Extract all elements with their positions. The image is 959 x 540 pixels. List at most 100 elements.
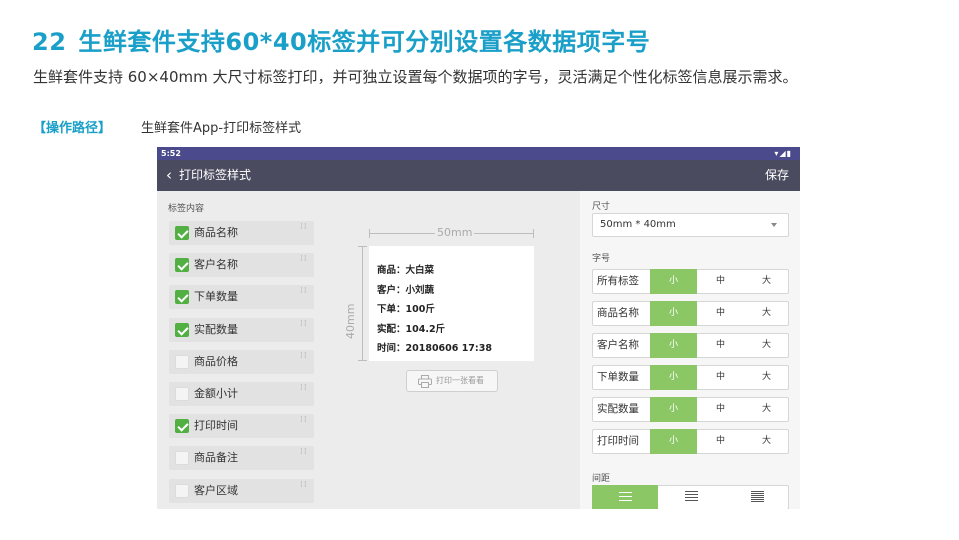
page-title: 打印标签样式 <box>179 168 252 182</box>
font-row-label: 打印时间 <box>597 435 639 447</box>
line-spacing-icon <box>619 491 632 503</box>
drag-handle-icon[interactable]: ⁞⁞ <box>300 448 308 457</box>
checkbox[interactable] <box>175 483 189 498</box>
font-size-row: 客户名称小中大 <box>592 333 789 358</box>
font-size-option[interactable]: 小 <box>650 365 697 390</box>
size-select[interactable]: 50mm * 40mm <box>592 213 789 237</box>
font-size-row: 所有标签小中大 <box>592 269 789 294</box>
font-size-option[interactable]: 中 <box>697 301 744 326</box>
field-item[interactable]: 客户区域 ⁞⁞ <box>169 478 314 503</box>
field-label: 实配数量 <box>194 322 238 336</box>
font-size-option[interactable]: 大 <box>743 397 790 422</box>
checkbox[interactable] <box>175 290 189 305</box>
drag-handle-icon[interactable]: ⁞⁞ <box>300 287 308 296</box>
font-size-row: 实配数量小中大 <box>592 397 789 422</box>
field-label: 客户名称 <box>194 258 238 272</box>
preview-line: 实配：104.2斤 <box>377 323 446 335</box>
field-label: 客户区域 <box>194 483 238 497</box>
font-size-option[interactable]: 小 <box>650 333 697 358</box>
checkbox[interactable] <box>175 258 189 273</box>
drag-handle-icon[interactable]: ⁞⁞ <box>300 319 308 328</box>
field-label: 金额小计 <box>194 386 238 400</box>
size-select-value: 50mm * 40mm <box>600 219 676 230</box>
field-item[interactable]: 实配数量 ⁞⁞ <box>169 317 314 342</box>
field-label: 商品备注 <box>194 451 238 465</box>
field-item[interactable]: 金额小计 ⁞⁞ <box>169 381 314 406</box>
spacing-selector <box>592 485 789 509</box>
font-size-option[interactable]: 大 <box>743 269 790 294</box>
font-size-option[interactable]: 中 <box>697 397 744 422</box>
checkbox[interactable] <box>175 419 189 434</box>
checkbox[interactable] <box>175 226 189 240</box>
settings-panel: 尺寸 50mm * 40mm 字号 所有标签小中大商品名称小中大客户名称小中大下… <box>580 191 800 509</box>
preview-line: 商品：大白菜 <box>377 265 435 276</box>
device-screenshot: 5:52 ▾◢▮ ‹ 打印标签样式 保存 标签内容 商品名称 ⁞⁞ 客户名称 ⁞⁞ 下单… <box>157 147 800 509</box>
field-item[interactable]: 商品名称 ⁞⁞ <box>169 221 314 245</box>
drag-handle-icon[interactable]: ⁞⁞ <box>300 351 308 360</box>
print-test-button[interactable]: 打印一张看看 <box>406 370 498 392</box>
drag-handle-icon[interactable]: ⁞⁞ <box>300 223 308 232</box>
line-spacing-icon <box>751 491 764 503</box>
font-size-row: 商品名称小中大 <box>592 301 789 326</box>
field-item[interactable]: 下单数量 ⁞⁞ <box>169 285 314 310</box>
slide-title: 22 生鲜套件支持60*40标签并可分别设置各数据项字号 <box>32 22 650 57</box>
slide-title-text: 生鲜套件支持60*40标签并可分别设置各数据项字号 <box>78 28 651 56</box>
drag-handle-icon[interactable]: ⁞⁞ <box>300 416 308 425</box>
app-bar: ‹ 打印标签样式 保存 <box>157 160 800 191</box>
status-bar: 5:52 ▾◢▮ <box>157 147 800 160</box>
drag-handle-icon[interactable]: ⁞⁞ <box>300 255 308 264</box>
slide-number: 22 <box>32 28 67 56</box>
font-size-option[interactable]: 中 <box>697 429 744 454</box>
checkbox[interactable] <box>175 354 189 369</box>
field-item[interactable]: 商品备注 ⁞⁞ <box>169 446 314 471</box>
font-size-option[interactable]: 中 <box>697 269 744 294</box>
checkbox[interactable] <box>175 386 189 401</box>
spacing-option[interactable] <box>658 485 724 509</box>
preview-panel: 50mm 40mm 商品：大白菜 客户：小刘蔬 下单：100斤 实配：104.2斤 时间… <box>326 191 580 509</box>
height-dimension-label: 40mm <box>344 301 357 341</box>
status-icons: ▾◢▮ <box>774 149 792 158</box>
font-row-label: 客户名称 <box>597 339 639 351</box>
chevron-down-icon <box>771 223 777 227</box>
font-size-option[interactable]: 小 <box>650 269 697 294</box>
font-size-option[interactable]: 中 <box>697 333 744 358</box>
checkbox[interactable] <box>175 322 189 337</box>
drag-handle-icon[interactable]: ⁞⁞ <box>300 383 308 392</box>
font-row-label: 实配数量 <box>597 403 639 415</box>
field-item[interactable]: 商品价格 ⁞⁞ <box>169 349 314 374</box>
line-spacing-icon <box>685 491 698 503</box>
font-size-option[interactable]: 大 <box>743 333 790 358</box>
preview-line: 下单：100斤 <box>377 304 435 315</box>
drag-handle-icon[interactable]: ⁞⁞ <box>300 480 308 489</box>
label-content-heading: 标签内容 <box>168 204 205 214</box>
font-size-row: 下单数量小中大 <box>592 365 789 390</box>
font-size-option[interactable]: 大 <box>743 429 790 454</box>
label-content-panel: 标签内容 商品名称 ⁞⁞ 客户名称 ⁞⁞ 下单数量 ⁞⁞ 实配数量 ⁞⁞ 商品价格 ⁞⁞ 金额小计 ⁞… <box>157 191 326 509</box>
spacing-heading: 间距 <box>592 474 611 484</box>
font-size-option[interactable]: 小 <box>650 301 697 326</box>
save-button[interactable]: 保存 <box>765 160 789 191</box>
font-size-option[interactable]: 中 <box>697 365 744 390</box>
path-value: 生鲜套件App-打印标签样式 <box>141 121 302 136</box>
field-item[interactable]: 客户名称 ⁞⁞ <box>169 253 314 278</box>
checkbox[interactable] <box>175 451 189 466</box>
width-dimension-label: 50mm <box>435 226 475 239</box>
field-label: 商品名称 <box>194 226 238 239</box>
slide-description: 生鲜套件支持 60×40mm 大尺寸标签打印，并可独立设置每个数据项的字号，灵活… <box>33 68 798 86</box>
back-arrow-icon[interactable]: ‹ <box>166 160 172 190</box>
field-label: 下单数量 <box>194 290 238 304</box>
font-size-option[interactable]: 小 <box>650 429 697 454</box>
status-time: 5:52 <box>161 149 181 158</box>
font-row-label: 所有标签 <box>597 275 639 287</box>
font-size-option[interactable]: 大 <box>743 365 790 390</box>
preview-line: 客户：小刘蔬 <box>377 284 435 296</box>
font-size-option[interactable]: 大 <box>743 301 790 326</box>
size-heading: 尺寸 <box>592 202 611 212</box>
height-dimension <box>357 246 367 361</box>
path-label: 【操作路径】 <box>33 121 112 136</box>
field-item[interactable]: 打印时间 ⁞⁞ <box>169 414 314 439</box>
print-test-label: 打印一张看看 <box>436 376 484 385</box>
spacing-option[interactable] <box>724 485 790 509</box>
spacing-option[interactable] <box>592 485 658 509</box>
font-size-option[interactable]: 小 <box>650 397 697 422</box>
